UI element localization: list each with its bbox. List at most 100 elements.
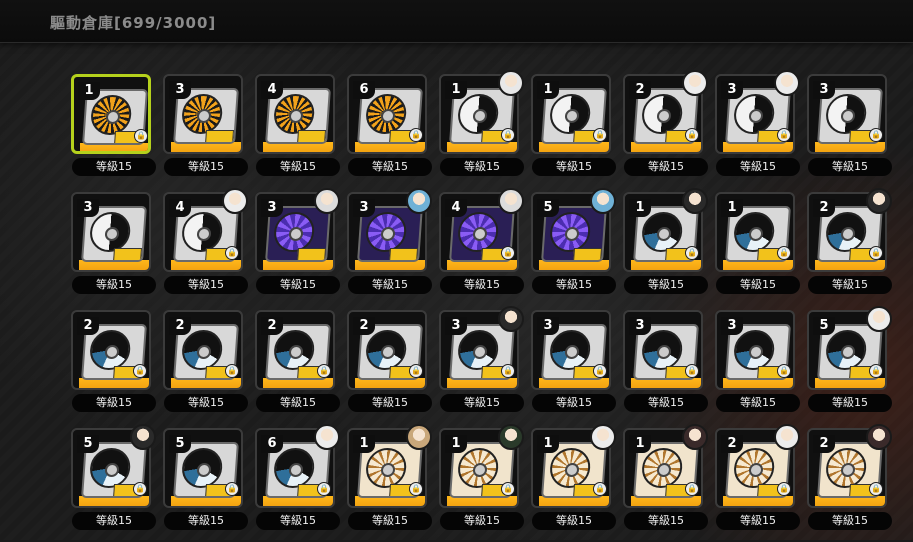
drive-card[interactable]: 4 等級15 (252, 70, 344, 188)
disc-art (364, 448, 408, 488)
level-label: 等級15 (256, 158, 340, 176)
lock-icon[interactable]: 🔒 (777, 482, 791, 496)
drive-card[interactable]: 🔒 2 等級15 (804, 188, 896, 306)
drive-tile: 🔒 2 (71, 310, 151, 390)
lock-icon[interactable]: 🔒 (685, 364, 699, 378)
rarity-badge: 2 (813, 199, 835, 217)
disc-art (180, 212, 224, 252)
lock-icon[interactable]: 🔒 (133, 482, 147, 496)
lock-icon[interactable]: 🔒 (685, 482, 699, 496)
drive-card[interactable]: 🔒 2 等級15 (804, 424, 896, 542)
level-label: 等級15 (440, 512, 524, 530)
drive-card[interactable]: 3 等級15 (252, 188, 344, 306)
rarity-badge: 1 (629, 199, 651, 217)
lock-icon[interactable]: 🔒 (409, 128, 423, 142)
lock-icon[interactable]: 🔒 (593, 364, 607, 378)
lock-icon[interactable]: 🔒 (869, 482, 883, 496)
drive-tile: 4 (255, 74, 335, 154)
disc-art (548, 94, 592, 134)
lock-icon[interactable]: 🔒 (869, 128, 883, 142)
drive-card[interactable]: 🔒 1 等級15 (436, 424, 528, 542)
drive-card[interactable]: 3 等級15 (160, 70, 252, 188)
drive-card[interactable]: 🔒 5 等級15 (160, 424, 252, 542)
disc-art (824, 212, 868, 252)
drive-card[interactable]: 🔒 1 等級15 (528, 424, 620, 542)
character-avatar-icon (682, 70, 708, 96)
page-title: 驅動倉庫[699/3000] (50, 14, 217, 32)
lock-icon[interactable]: 🔒 (134, 129, 148, 143)
character-avatar-icon (314, 424, 340, 450)
drive-card[interactable]: 🔒 1 等級15 (620, 424, 712, 542)
disc-art (88, 448, 132, 488)
drive-card[interactable]: 🔒 1 等級15 (68, 70, 160, 188)
drive-card[interactable]: 🔒 3 等級15 (804, 70, 896, 188)
drive-card[interactable]: 🔒 2 等級15 (344, 306, 436, 424)
drive-card[interactable]: 🔒 3 等級15 (620, 306, 712, 424)
drive-card[interactable]: 🔒 1 等級15 (528, 70, 620, 188)
level-label: 等級15 (164, 158, 248, 176)
lock-icon[interactable]: 🔒 (133, 364, 147, 378)
level-label: 等級15 (808, 158, 892, 176)
disc-art (364, 330, 408, 370)
drive-card[interactable]: 🔒 2 等級15 (712, 424, 804, 542)
lock-icon[interactable]: 🔒 (869, 246, 883, 260)
lock-icon[interactable]: 🔒 (225, 246, 239, 260)
lock-icon[interactable]: 🔒 (225, 364, 239, 378)
lock-icon[interactable]: 🔒 (409, 364, 423, 378)
drive-card[interactable]: 🔒 5 等級15 (68, 424, 160, 542)
drive-card[interactable]: 🔒 4 等級15 (160, 188, 252, 306)
drive-tile: 🔒 3 (623, 310, 703, 390)
lock-icon[interactable]: 🔒 (317, 482, 331, 496)
lock-icon[interactable]: 🔒 (593, 482, 607, 496)
drive-card[interactable]: 🔒 2 等級15 (620, 70, 712, 188)
drive-tile: 🔒 3 (531, 310, 611, 390)
lock-icon[interactable]: 🔒 (501, 246, 515, 260)
disc-art (640, 212, 684, 252)
disc-art (548, 330, 592, 370)
drive-card[interactable]: 🔒 5 等級15 (804, 306, 896, 424)
lock-icon[interactable]: 🔒 (501, 482, 515, 496)
level-label: 等級15 (440, 276, 524, 294)
lock-icon[interactable]: 🔒 (777, 364, 791, 378)
drive-card[interactable]: 🔒 3 等級15 (528, 306, 620, 424)
drive-card[interactable]: 🔒 3 等級15 (712, 70, 804, 188)
lock-icon[interactable]: 🔒 (409, 482, 423, 496)
disc-art (88, 212, 132, 252)
drive-card[interactable]: 🔒 3 等級15 (436, 306, 528, 424)
lock-icon[interactable]: 🔒 (777, 246, 791, 260)
lock-icon[interactable]: 🔒 (777, 128, 791, 142)
drive-card[interactable]: 🔒 3 等級15 (712, 306, 804, 424)
drive-card[interactable]: 🔒 6 等級15 (252, 424, 344, 542)
drive-card[interactable]: 🔒 2 等級15 (68, 306, 160, 424)
lock-icon[interactable]: 🔒 (685, 246, 699, 260)
drive-card[interactable]: 🔒 1 等級15 (436, 70, 528, 188)
level-label: 等級15 (532, 512, 616, 530)
drive-card[interactable]: 5 等級15 (528, 188, 620, 306)
lock-icon[interactable]: 🔒 (501, 364, 515, 378)
drive-tile: 🔒 3 (807, 74, 887, 154)
level-label: 等級15 (256, 394, 340, 412)
drive-card[interactable]: 🔒 1 等級15 (344, 424, 436, 542)
rarity-badge: 5 (169, 435, 191, 453)
lock-icon[interactable]: 🔒 (317, 364, 331, 378)
drive-card[interactable]: 🔒 1 等級15 (620, 188, 712, 306)
character-avatar-icon (498, 424, 524, 450)
drive-tile: 3 (163, 74, 243, 154)
drive-card[interactable]: 🔒 2 等級15 (160, 306, 252, 424)
level-label: 等級15 (716, 158, 800, 176)
drive-card[interactable]: 🔒 6 等級15 (344, 70, 436, 188)
lock-icon[interactable]: 🔒 (685, 128, 699, 142)
disc-art (456, 94, 500, 134)
lock-icon[interactable]: 🔒 (225, 482, 239, 496)
lock-icon[interactable]: 🔒 (869, 364, 883, 378)
rarity-badge: 5 (813, 317, 835, 335)
rarity-badge: 1 (629, 435, 651, 453)
lock-icon[interactable]: 🔒 (593, 128, 607, 142)
drive-card[interactable]: 🔒 1 等級15 (712, 188, 804, 306)
drive-card[interactable]: 3 等級15 (344, 188, 436, 306)
lock-icon[interactable]: 🔒 (501, 128, 515, 142)
drive-card[interactable]: 🔒 4 等級15 (436, 188, 528, 306)
drive-card[interactable]: 🔒 2 等級15 (252, 306, 344, 424)
drive-card[interactable]: 3 等級15 (68, 188, 160, 306)
character-avatar-icon (590, 424, 616, 450)
